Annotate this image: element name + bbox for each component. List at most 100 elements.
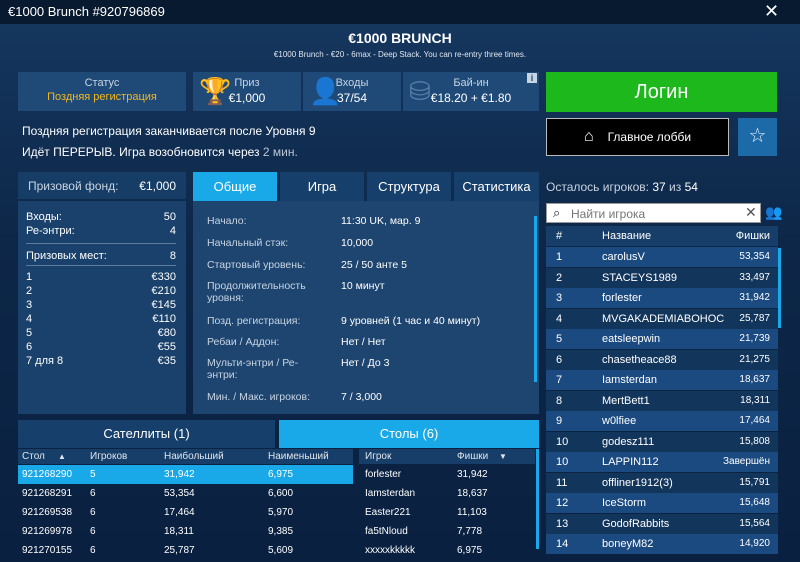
table-player-row[interactable]: fa5tNloud 7,778 bbox=[359, 522, 535, 541]
player-search[interactable]: ⌕ ✕ bbox=[546, 203, 761, 223]
table-cell: 18,311 bbox=[164, 526, 194, 537]
player-name: godesz111 bbox=[602, 435, 655, 448]
table-cell: 6 bbox=[90, 507, 96, 518]
players-col-rank: # bbox=[556, 230, 563, 242]
table-player-cell: fa5tNloud bbox=[365, 526, 408, 537]
tab-structure[interactable]: Структура bbox=[367, 172, 451, 201]
payout-row: 2 €210 bbox=[26, 285, 176, 297]
table-player-row[interactable]: xxxxxkkkkk 6,975 bbox=[359, 541, 535, 560]
player-row[interactable]: 9 w0lfiee 17,464 bbox=[546, 411, 778, 431]
player-name: boneyM82 bbox=[602, 538, 654, 550]
tables-col-header[interactable]: Наибольший bbox=[164, 449, 224, 464]
table-player-cell: 6,975 bbox=[457, 545, 483, 556]
player-name: STACEYS1989 bbox=[602, 271, 678, 284]
tab-general[interactable]: Общие bbox=[193, 172, 277, 201]
table-row[interactable]: 921269538 6 17,464 5,970 bbox=[18, 503, 353, 522]
payout-row: 5 €80 bbox=[26, 327, 176, 339]
player-name: w0lfiee bbox=[602, 415, 637, 427]
close-icon[interactable]: ✕ bbox=[764, 1, 779, 22]
remaining-players: Осталось игроков: 37 из 54 bbox=[546, 180, 698, 194]
player-name: MertBett1 bbox=[602, 394, 650, 407]
info-scrollbar[interactable] bbox=[534, 216, 537, 382]
player-row[interactable]: 11 offliner1912(3) 15,791 bbox=[546, 472, 778, 493]
entries-card: 👤 Входы 37/54 bbox=[303, 72, 401, 111]
tables-scrollbar[interactable] bbox=[536, 449, 539, 549]
table-player-row[interactable]: Iamsterdan 18,637 bbox=[359, 484, 535, 503]
table-cell: 921269978 bbox=[22, 526, 73, 537]
info-key: Продолжительность уровня: bbox=[207, 280, 306, 304]
player-row[interactable]: 4 MVGAKADEMIABOHOC 25,787 bbox=[546, 308, 778, 329]
table-cell: 6 bbox=[90, 545, 96, 556]
table-cell: 17,464 bbox=[164, 507, 195, 518]
remaining-of: из bbox=[669, 180, 682, 194]
entries-row: Входы: 50 bbox=[26, 211, 176, 223]
tables-list: Стол Игроков Наибольший Наименьший ▲ 9212682… bbox=[18, 449, 353, 562]
info-key: Ребаи / Аддон: bbox=[207, 336, 280, 348]
tab-satellites[interactable]: Сателлиты (1) bbox=[18, 420, 275, 448]
table-players-col-header[interactable]: Фишки bbox=[457, 449, 488, 464]
payout-row: 7 для 8 €35 bbox=[26, 355, 176, 367]
player-row[interactable]: 10 LAPPIN112 Завершён bbox=[546, 452, 778, 472]
player-chips: 53,354 bbox=[739, 251, 770, 262]
info-value: 11:30 UK, мар. 9 bbox=[341, 215, 421, 227]
tables-col-header[interactable]: Стол bbox=[22, 449, 45, 464]
player-row[interactable]: 13 GodofRabbits 15,564 bbox=[546, 513, 778, 534]
table-players-col-header[interactable]: Игрок bbox=[365, 449, 391, 464]
player-row[interactable]: 8 MertBett1 18,311 bbox=[546, 390, 778, 411]
payout-place: 7 для 8 bbox=[26, 355, 64, 367]
player-row[interactable]: 10 godesz111 15,808 bbox=[546, 431, 778, 452]
player-row[interactable]: 12 IceStorm 15,648 bbox=[546, 493, 778, 513]
payout-row: 6 €55 bbox=[26, 341, 176, 353]
player-row[interactable]: 2 STACEYS1989 33,497 bbox=[546, 267, 778, 288]
table-row[interactable]: 921268291 6 53,354 6,600 bbox=[18, 484, 353, 503]
info-value: Нет / Нет bbox=[341, 336, 386, 348]
table-cell: 25,787 bbox=[164, 545, 195, 556]
player-name: Iamsterdan bbox=[602, 374, 658, 386]
buyin-card: ⛁ Бай-ин €18.20 + €1.80 i bbox=[403, 72, 539, 111]
player-row[interactable]: 14 boneyM82 14,920 bbox=[546, 534, 778, 554]
player-rank: 10 bbox=[556, 435, 569, 448]
tab-game[interactable]: Игра bbox=[280, 172, 364, 201]
table-cell: 53,354 bbox=[164, 488, 195, 499]
table-player-cell: Iamsterdan bbox=[365, 488, 416, 499]
player-rank: 7 bbox=[556, 374, 563, 386]
title-bar: €1000 Brunch #920796869 ✕ bbox=[0, 0, 800, 24]
status-card: Статус Поздняя регистрация bbox=[18, 72, 186, 111]
sort-asc-icon: ▲ bbox=[58, 452, 66, 461]
player-row[interactable]: 3 forlester 31,942 bbox=[546, 288, 778, 308]
tables-col-header[interactable]: Игроков bbox=[90, 449, 127, 464]
clear-icon[interactable]: ✕ bbox=[745, 204, 757, 221]
favorite-star-icon[interactable]: ☆ bbox=[738, 118, 777, 156]
table-cell: 5,609 bbox=[268, 545, 294, 556]
tab-tables[interactable]: Столы (6) bbox=[279, 420, 539, 448]
table-row[interactable]: 921269978 6 18,311 9,385 bbox=[18, 522, 353, 541]
table-player-row[interactable]: forlester 31,942 bbox=[359, 465, 535, 484]
login-button[interactable]: Логин bbox=[546, 72, 777, 112]
table-player-cell: 18,637 bbox=[457, 488, 488, 499]
table-player-row[interactable]: Easter221 11,103 bbox=[359, 503, 535, 522]
entries-row-label: Входы: bbox=[26, 211, 62, 223]
remaining-count: 37 bbox=[652, 180, 666, 194]
info-value: 9 уровней (1 час и 40 минут) bbox=[341, 315, 481, 327]
info-value: 25 / 50 анте 5 bbox=[341, 259, 407, 271]
payout-amount: €330 bbox=[151, 271, 176, 283]
player-search-input[interactable] bbox=[571, 206, 731, 221]
player-row[interactable]: 5 eatsleepwin 21,739 bbox=[546, 329, 778, 349]
player-rank: 9 bbox=[556, 415, 563, 427]
table-row[interactable]: 921268290 5 31,942 6,975 bbox=[18, 465, 353, 484]
players-icon[interactable]: 👥 bbox=[765, 204, 782, 221]
main-lobby-button[interactable]: ⌂ Главное лобби bbox=[546, 118, 729, 156]
tables-col-header[interactable]: Наименьший bbox=[268, 449, 329, 464]
players-scrollbar[interactable] bbox=[778, 248, 781, 328]
player-row[interactable]: 7 Iamsterdan 18,637 bbox=[546, 370, 778, 390]
places-row: Призовых мест: 8 bbox=[26, 250, 176, 262]
table-row[interactable]: 921270155 6 25,787 5,609 bbox=[18, 541, 353, 560]
info-value: 10,000 bbox=[341, 237, 374, 249]
table-cell: 31,942 bbox=[164, 469, 195, 480]
player-chips: 14,920 bbox=[739, 538, 770, 549]
player-row[interactable]: 6 chasetheace88 21,275 bbox=[546, 349, 778, 370]
table-player-cell: xxxxxkkkkk bbox=[365, 545, 415, 556]
player-row[interactable]: 1 carolusV 53,354 bbox=[546, 247, 778, 267]
tab-statistics[interactable]: Статистика bbox=[454, 172, 539, 201]
info-icon[interactable]: i bbox=[527, 73, 537, 83]
